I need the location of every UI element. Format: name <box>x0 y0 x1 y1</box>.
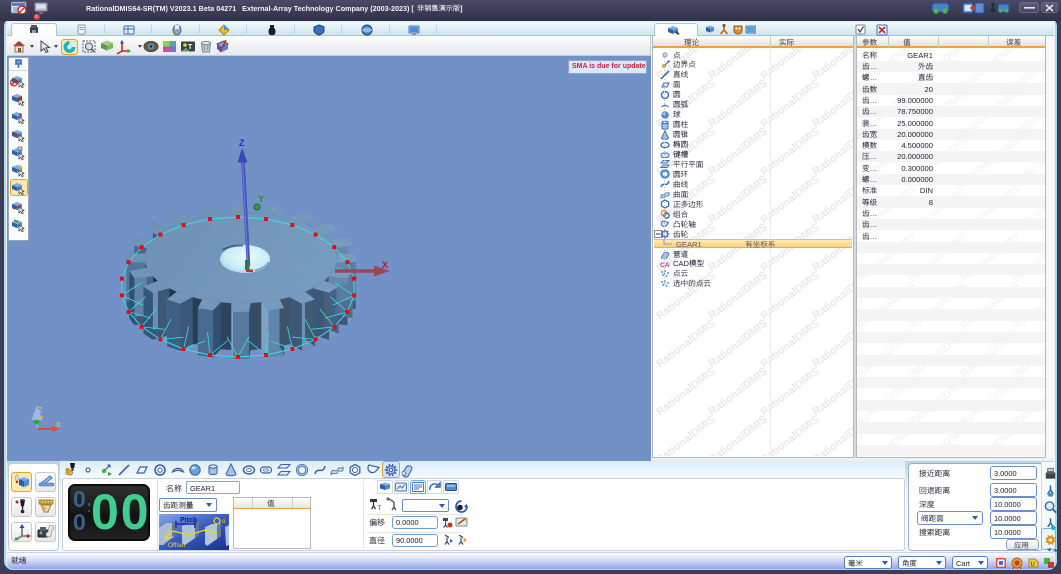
svg-text:T: T <box>378 506 382 511</box>
svg-text:X: X <box>382 260 388 270</box>
svg-text:RationalDMIS: RationalDMIS <box>758 413 821 456</box>
svg-text:RationalDMIS: RationalDMIS <box>706 413 769 456</box>
svg-text:T: T <box>188 44 193 51</box>
svg-text:RationalDMIS: RationalDMIS <box>758 48 821 82</box>
svg-text:Y: Y <box>39 416 44 423</box>
svg-text:RationalDMIS: RationalDMIS <box>654 413 717 456</box>
svg-text:Pitch: Pitch <box>180 517 197 524</box>
svg-text:X: X <box>56 422 61 429</box>
svg-text:Offset: Offset <box>168 542 185 549</box>
svg-text:U: U <box>1031 562 1035 568</box>
svg-text:RationalDMIS: RationalDMIS <box>810 48 853 82</box>
svg-text:Y: Y <box>258 194 264 204</box>
svg-text:CAD: CAD <box>660 262 670 269</box>
svg-text:RationalDMIS: RationalDMIS <box>706 48 769 82</box>
svg-text:Z: Z <box>38 407 43 414</box>
svg-text:Z: Z <box>239 138 245 148</box>
